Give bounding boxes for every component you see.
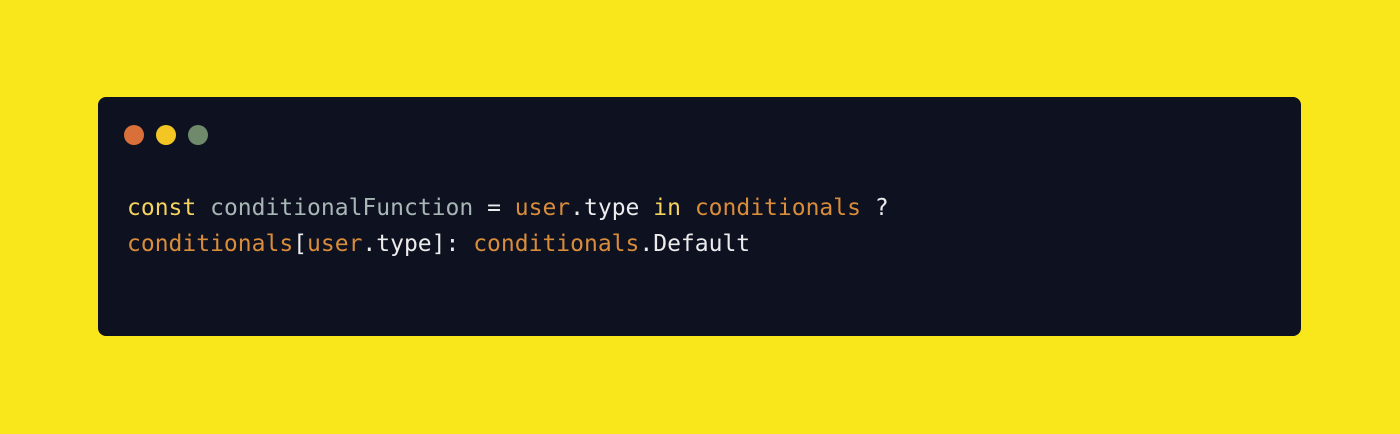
operator-token: ? — [860, 195, 889, 221]
keyword-token: const — [127, 195, 197, 221]
property-token: .type — [570, 195, 654, 221]
variable-token: conditionals — [694, 195, 861, 221]
variable-token: user — [514, 195, 571, 221]
code-window: const conditionalFunction = user.type in… — [98, 97, 1301, 336]
window-controls — [124, 125, 208, 145]
minimize-button[interactable] — [156, 125, 176, 145]
code-block: const conditionalFunction = user.type in… — [127, 190, 889, 262]
code-line-1: const conditionalFunction = user.type in… — [127, 190, 889, 226]
bracket-token: [ — [293, 231, 308, 257]
maximize-button[interactable] — [188, 125, 208, 145]
variable-token: conditionals — [127, 231, 294, 257]
variable-token: conditionals — [473, 231, 640, 257]
operator-token: = — [473, 195, 515, 221]
code-line-2: conditionals[user.type]: conditionals.De… — [127, 226, 889, 262]
property-token: .Default — [639, 231, 751, 257]
keyword-token: in — [653, 195, 681, 221]
variable-token: user — [307, 231, 363, 257]
close-button[interactable] — [124, 125, 144, 145]
identifier-token: conditionalFunction — [210, 195, 474, 221]
property-token: .type]: — [362, 231, 474, 257]
